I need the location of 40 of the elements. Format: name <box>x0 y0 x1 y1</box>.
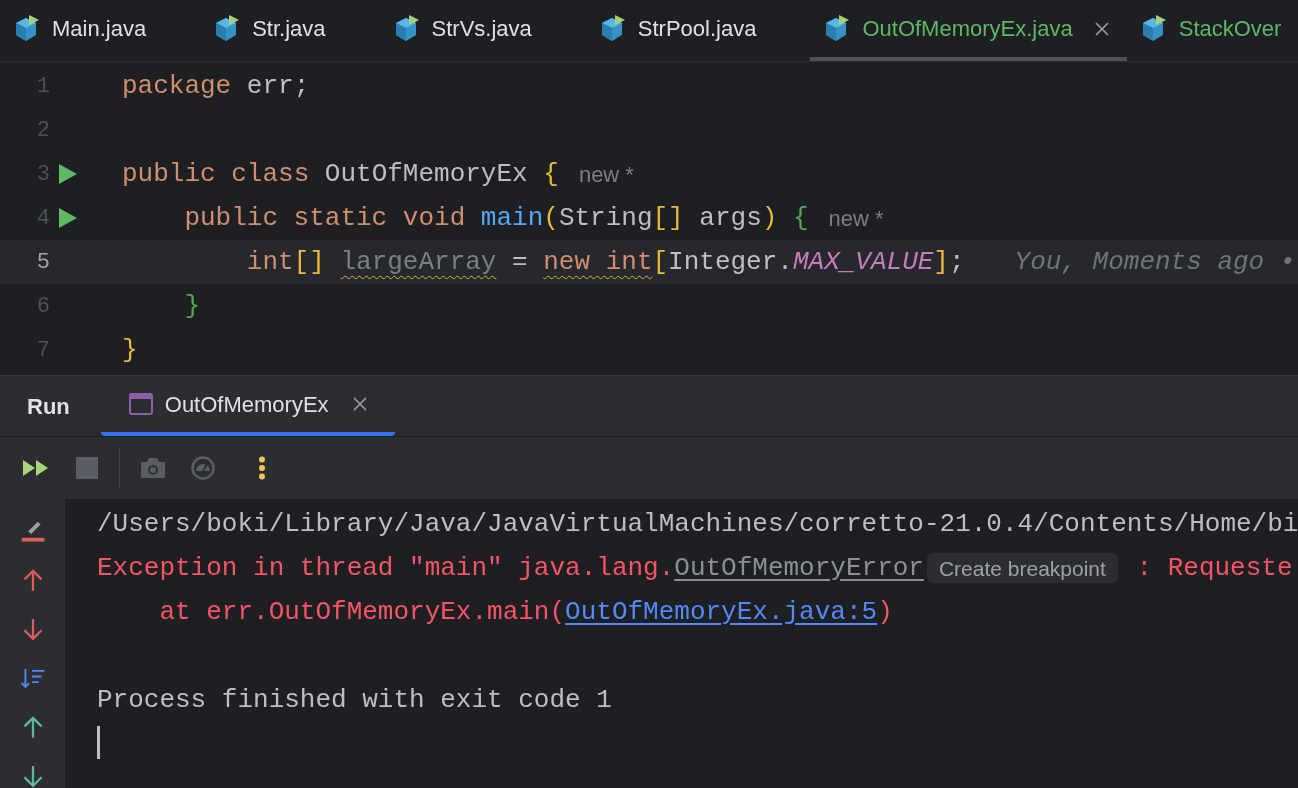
more-icon[interactable] <box>258 456 266 480</box>
code-text: int[] largeArray = new int[Integer.MAX_VALUE]; <box>246 245 965 279</box>
close-icon[interactable] <box>1094 21 1109 36</box>
window-icon <box>128 393 153 415</box>
error-text: ) <box>877 595 893 629</box>
text-cursor <box>97 726 100 759</box>
editor-tab[interactable]: StrPool.java <box>585 0 811 61</box>
down-arrow-icon[interactable] <box>21 618 44 641</box>
run-icon[interactable] <box>58 163 78 185</box>
inlay-hint[interactable]: new * <box>578 157 634 191</box>
up-arrow-icon[interactable] <box>21 568 44 592</box>
close-icon[interactable] <box>352 397 367 411</box>
editor-tab[interactable]: Str.java <box>200 0 380 61</box>
code-text: package err; <box>122 69 310 103</box>
code-text: } <box>122 333 138 367</box>
error-text: Exception in thread "main" java.lang. <box>97 551 675 585</box>
editor-tab[interactable]: StrVs.java <box>379 0 586 61</box>
error-text: : Requeste <box>1135 551 1293 585</box>
create-breakpoint-button[interactable]: Create breakpoint <box>926 553 1118 583</box>
inlay-hint[interactable]: new * <box>828 201 884 235</box>
up-arrow-icon[interactable] <box>21 715 44 739</box>
sort-icon[interactable] <box>19 667 46 689</box>
panel-title: Run <box>27 392 70 421</box>
editor-tab[interactable]: StackOver <box>1126 0 1298 61</box>
source-link[interactable]: OutOfMemoryEx.java:5 <box>565 592 878 632</box>
editor-tab[interactable]: OutOfMemoryEx.java <box>810 0 1127 61</box>
down-arrow-icon[interactable] <box>21 765 44 788</box>
editor-tab[interactable]: Main.java <box>0 0 201 61</box>
console-text: Process finished with exit code 1 <box>97 683 612 717</box>
code-text: public static void main(String[] args) { <box>184 201 809 235</box>
code-text: public class OutOfMemoryEx { <box>122 157 559 191</box>
class-link[interactable]: OutOfMemoryError <box>674 548 924 588</box>
console-text: /Users/boki/Library/Java/JavaVirtualMachines/corretto-21.0.4/Contents/Home/bi <box>97 507 1298 541</box>
rerun-icon[interactable] <box>22 459 50 477</box>
code-text: } <box>184 289 200 323</box>
run-icon[interactable] <box>58 207 78 229</box>
run-tab[interactable]: OutOfMemoryEx <box>100 376 395 436</box>
line-number: 5 <box>36 248 50 277</box>
error-text: at err.OutOfMemoryEx.main( <box>158 595 566 629</box>
blame-annotation: You, Moments ago • <box>1014 245 1296 279</box>
